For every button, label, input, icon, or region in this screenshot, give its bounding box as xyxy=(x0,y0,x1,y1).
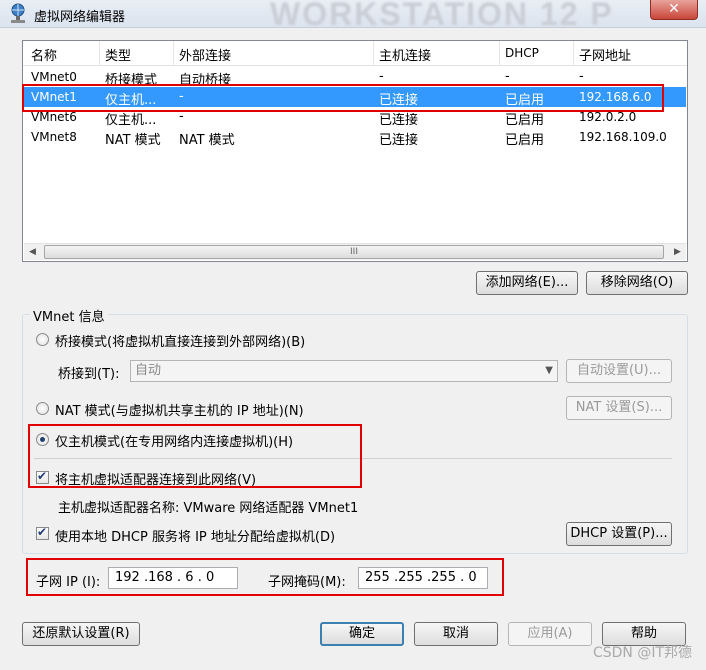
scroll-thumb[interactable]: III xyxy=(44,245,664,259)
restore-defaults-button[interactable]: 还原默认设置(R) xyxy=(22,622,140,646)
column-type[interactable]: 类型 xyxy=(105,45,131,64)
chevron-down-icon: ▼ xyxy=(545,365,553,376)
bridged-mode-label[interactable]: 桥接模式(将虚拟机直接连接到外部网络)(B) xyxy=(55,331,305,350)
bridged-mode-radio[interactable] xyxy=(36,333,49,346)
adapter-name-text: 主机虚拟适配器名称: VMware 网络适配器 VMnet1 xyxy=(58,501,359,516)
table-row-selected[interactable]: VMnet1 仅主机... - 已连接 已启用 192.168.6.0 xyxy=(24,87,686,108)
subnet-mask-field[interactable]: 255 .255 .255 . 0 xyxy=(358,567,488,589)
use-dhcp-checkbox[interactable] xyxy=(36,525,49,540)
network-list[interactable]: 名称 类型 外部连接 主机连接 DHCP 子网地址 VMnet0 桥接模式 自动… xyxy=(22,40,688,262)
close-button[interactable]: ✕ xyxy=(650,0,698,20)
connect-adapter-checkbox[interactable] xyxy=(36,469,49,484)
add-network-button[interactable]: 添加网络(E)... xyxy=(476,271,578,295)
nat-settings-button[interactable]: NAT 设置(S)... xyxy=(566,396,672,420)
column-external[interactable]: 外部连接 xyxy=(179,45,231,64)
use-dhcp-label[interactable]: 使用本地 DHCP 服务将 IP 地址分配给虚拟机(D) xyxy=(55,526,335,545)
virtual-network-editor-window: 虚拟网络编辑器 WORKSTATION 12 P ✕ 名称 类型 外部连接 主机… xyxy=(0,0,706,670)
vmnet-info-label: VMnet 信息 xyxy=(30,306,108,325)
nat-mode-label[interactable]: NAT 模式(与虚拟机共享主机的 IP 地址)(N) xyxy=(55,400,304,419)
connect-adapter-label[interactable]: 将主机虚拟适配器连接到此网络(V) xyxy=(55,469,256,488)
dhcp-settings-button[interactable]: DHCP 设置(P)... xyxy=(566,522,672,546)
cancel-button[interactable]: 取消 xyxy=(414,622,498,646)
table-row[interactable]: VMnet8 NAT 模式 NAT 模式 已连接 已启用 192.168.109… xyxy=(24,127,686,148)
window-title: 虚拟网络编辑器 xyxy=(34,10,126,25)
subnet-ip-label: 子网 IP (I): xyxy=(36,575,101,590)
auto-settings-button[interactable]: 自动设置(U)... xyxy=(566,359,672,383)
ok-button[interactable]: 确定 xyxy=(320,622,404,646)
product-watermark: WORKSTATION 12 P xyxy=(270,0,614,32)
column-name[interactable]: 名称 xyxy=(31,45,57,64)
nat-mode-radio[interactable] xyxy=(36,402,49,415)
table-row[interactable]: VMnet0 桥接模式 自动桥接 - - - xyxy=(24,67,686,88)
subnet-ip-field[interactable]: 192 .168 . 6 . 0 xyxy=(108,567,238,589)
bridged-to-select[interactable]: 自动 ▼ xyxy=(130,360,558,382)
apply-button[interactable]: 应用(A) xyxy=(508,622,592,646)
table-row[interactable]: VMnet6 仅主机... - 已连接 已启用 192.0.2.0 xyxy=(24,107,686,128)
column-dhcp[interactable]: DHCP xyxy=(505,46,539,60)
subnet-mask-label: 子网掩码(M): xyxy=(268,575,346,590)
host-only-mode-label[interactable]: 仅主机模式(在专用网络内连接虚拟机)(H) xyxy=(55,431,293,450)
horizontal-scrollbar[interactable]: ◀ III ▶ xyxy=(24,243,686,260)
column-subnet[interactable]: 子网地址 xyxy=(579,45,631,64)
host-only-mode-radio[interactable] xyxy=(36,433,49,446)
scroll-right-icon[interactable]: ▶ xyxy=(669,244,686,260)
csdn-watermark: CSDN @IT邦德 xyxy=(592,645,692,661)
section-divider xyxy=(34,458,672,459)
bridged-to-label: 桥接到(T): xyxy=(58,367,120,382)
title-bar: 虚拟网络编辑器 WORKSTATION 12 P ✕ xyxy=(0,0,706,32)
scroll-left-icon[interactable]: ◀ xyxy=(24,244,41,260)
network-globe-icon xyxy=(11,3,25,23)
list-header: 名称 类型 外部连接 主机连接 DHCP 子网地址 xyxy=(23,41,687,66)
remove-network-button[interactable]: 移除网络(O) xyxy=(586,271,688,295)
column-host[interactable]: 主机连接 xyxy=(379,45,431,64)
